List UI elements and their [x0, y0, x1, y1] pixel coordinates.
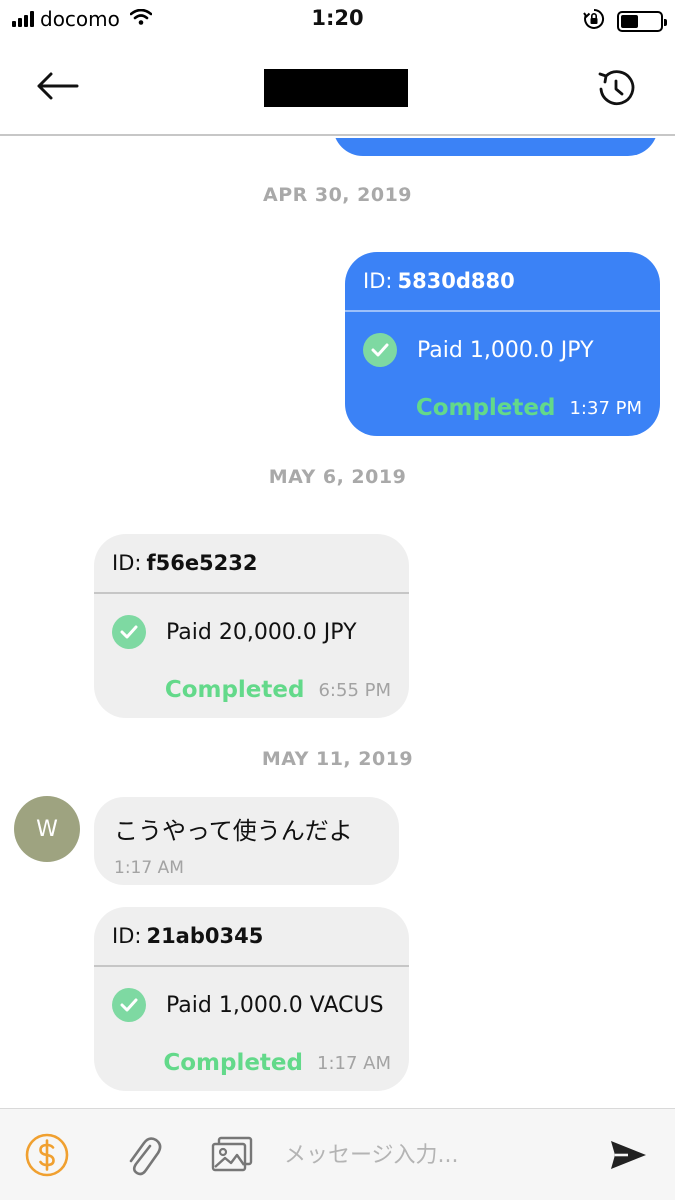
chat-thread[interactable]: APR 30, 2019 ID: 5830d880 Paid 1,000.0 J… [0, 138, 675, 1108]
payment-bubble[interactable]: ID: f56e5232 Paid 20,000.0 JPY Completed… [94, 534, 409, 718]
message-time: 1:37 PM [569, 397, 642, 419]
check-icon [112, 988, 146, 1022]
attach-button[interactable] [118, 1131, 166, 1179]
text-message-bubble[interactable]: こうやって使うんだよ 1:17 AM [94, 797, 399, 885]
payment-button[interactable] [23, 1131, 71, 1179]
date-separator: APR 30, 2019 [262, 184, 413, 206]
image-icon [211, 1136, 253, 1172]
message-time: 1:17 AM [114, 858, 184, 878]
payment-status-row: Completed 1:37 PM [345, 388, 660, 436]
payment-id-label: ID: [112, 924, 142, 948]
check-icon [112, 615, 146, 649]
payment-bubble[interactable]: ID: 5830d880 Paid 1,000.0 JPY Completed … [345, 252, 660, 436]
back-arrow-icon [37, 72, 79, 100]
history-icon [598, 70, 635, 106]
message-time: 1:17 AM [317, 1052, 391, 1074]
avatar-initial: W [36, 816, 58, 842]
check-icon [363, 333, 397, 367]
message-time: 6:55 PM [318, 679, 391, 701]
status-right [583, 8, 667, 34]
redacted-title [264, 69, 408, 107]
payment-id-row: ID: 5830d880 [345, 252, 660, 310]
date-separator: MAY 6, 2019 [268, 466, 407, 488]
status-time: 1:20 [311, 6, 364, 30]
date-separator: MAY 11, 2019 [261, 748, 414, 770]
payment-id-value: 21ab0345 [146, 924, 264, 948]
history-button[interactable] [588, 62, 644, 114]
orientation-lock-icon [583, 8, 605, 34]
payment-amount: Paid 20,000.0 JPY [166, 619, 357, 645]
paperclip-icon [129, 1137, 162, 1176]
payment-status-row: Completed 1:17 AM [94, 1043, 409, 1091]
payment-id-value: 5830d880 [397, 269, 515, 293]
payment-amount: Paid 1,000.0 VACUS [166, 992, 384, 1018]
payment-status: Completed [164, 677, 305, 703]
battery-icon [617, 10, 667, 32]
payment-amount-row: Paid 20,000.0 JPY [94, 594, 409, 670]
image-button[interactable] [208, 1131, 256, 1179]
payment-status-row: Completed 6:55 PM [94, 670, 409, 718]
payment-id-value: f56e5232 [146, 551, 258, 575]
status-bar: docomo 1:20 [0, 0, 675, 40]
payment-amount-row: Paid 1,000.0 JPY [345, 312, 660, 388]
payment-amount: Paid 1,000.0 JPY [417, 337, 594, 363]
chat-header [0, 40, 675, 136]
message-text: こうやって使うんだよ [114, 817, 353, 845]
payment-amount-row: Paid 1,000.0 VACUS [94, 967, 409, 1043]
dollar-icon [25, 1133, 69, 1177]
previous-payment-bubble[interactable] [333, 138, 658, 156]
back-button[interactable] [30, 62, 84, 110]
payment-id-label: ID: [112, 551, 142, 575]
send-button[interactable] [604, 1131, 652, 1179]
message-input-bar [0, 1108, 675, 1200]
payment-id-row: ID: 21ab0345 [94, 907, 409, 965]
payment-id-row: ID: f56e5232 [94, 534, 409, 592]
payment-status: Completed [163, 1050, 303, 1076]
payment-status: Completed [415, 395, 556, 421]
send-icon [611, 1141, 646, 1169]
avatar[interactable]: W [14, 796, 80, 862]
message-input[interactable] [284, 1135, 564, 1175]
payment-bubble[interactable]: ID: 21ab0345 Paid 1,000.0 VACUS Complete… [94, 907, 409, 1091]
payment-id-label: ID: [363, 269, 393, 293]
